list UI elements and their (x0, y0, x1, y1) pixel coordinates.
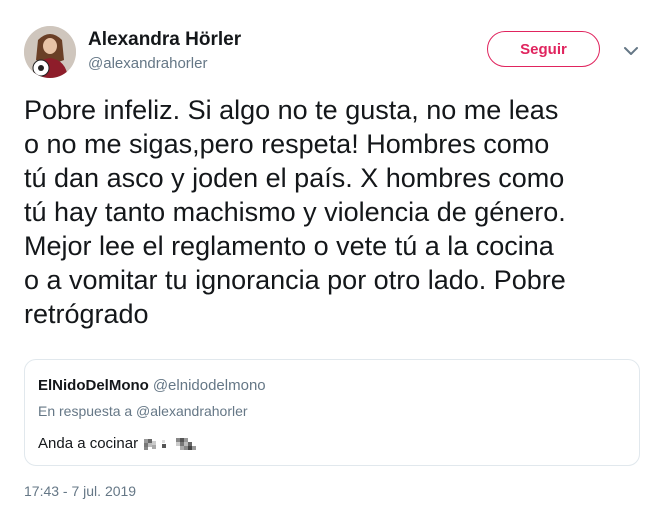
author-name[interactable]: Alexandra Hörler (88, 29, 241, 51)
tweet-text-line: retrógrado (24, 299, 149, 329)
quoted-reply-to: En respuesta a @alexandrahorler (38, 403, 248, 419)
avatar-photo-icon (24, 26, 76, 78)
tweet-text: Pobre infeliz. Si algo no te gusta, no m… (24, 93, 654, 331)
tweet-text-line: o no me sigas,pero respeta! Hombres como (24, 129, 550, 159)
tweet-timestamp[interactable]: 17:43 - 7 jul. 2019 (24, 483, 136, 499)
tweet-text-line: tú dan asco y joden el país. X hombres c… (24, 163, 565, 193)
quoted-tweet-header: ElNidoDelMono @elnidodelmono (38, 377, 266, 394)
quoted-tweet-text-row: Anda a cocinar (38, 435, 198, 452)
follow-button[interactable]: Seguir (487, 31, 600, 67)
quoted-author-handle: @elnidodelmono (152, 377, 266, 394)
author-handle[interactable]: @alexandrahorler (88, 55, 207, 72)
tweet-text-line: tú hay tanto machismo y violencia de gén… (24, 197, 566, 227)
tweet-text-line: Pobre infeliz. Si algo no te gusta, no m… (24, 95, 559, 125)
quoted-tweet[interactable]: ElNidoDelMono @elnidodelmono En respuesta… (24, 359, 640, 466)
chevron-down-icon[interactable] (622, 42, 640, 60)
tweet-card: Alexandra Hörler @alexandrahorler Seguir… (0, 0, 670, 508)
quoted-author-name: ElNidoDelMono (38, 377, 149, 394)
pixelated-emoji-icon (144, 437, 198, 450)
avatar[interactable] (24, 26, 76, 78)
tweet-text-line: o a vomitar tu ignorancia por otro lado.… (24, 265, 566, 295)
tweet-text-line: Mejor lee el reglamento o vete tú a la c… (24, 231, 554, 261)
quoted-tweet-text: Anda a cocinar (38, 435, 139, 452)
